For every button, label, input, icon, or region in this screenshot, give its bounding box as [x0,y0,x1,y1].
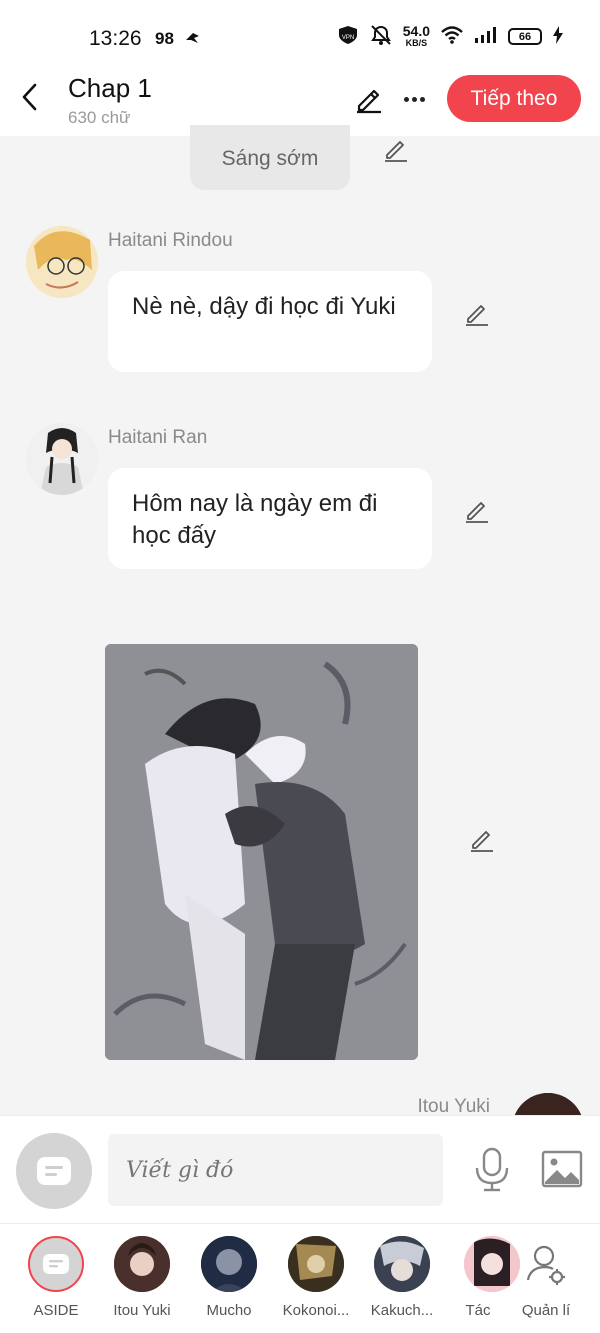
character-aside[interactable]: ASIDE [14,1236,98,1319]
character-label: Kokonoi... [282,1302,350,1319]
message-icon [43,1254,69,1274]
message-icon [37,1157,71,1185]
signal-icon [474,26,498,47]
rindou-avatar-illustration [26,226,98,298]
dot-icon [419,96,425,102]
svg-text:VPN: VPN [342,35,354,41]
speaker-name: Haitani Ran [108,427,208,448]
ran-avatar-illustration [26,423,98,495]
aside-toggle-button[interactable] [16,1133,92,1209]
avatar [114,1236,170,1292]
character-label: ASIDE [33,1302,79,1319]
user-settings-icon [526,1245,565,1285]
edit-message-icon[interactable] [463,299,491,327]
page-title: Chap 1 [68,73,152,103]
manage-icon-wrap [518,1236,574,1292]
status-time: 13:26 [89,27,142,50]
avatar [374,1236,430,1292]
avatar[interactable] [26,423,98,495]
dot-icon [403,96,409,102]
battery-icon: 66 [508,28,542,45]
word-count: 630 chữ [68,108,131,127]
character-mucho[interactable]: Mucho [187,1236,271,1319]
avatar[interactable] [26,226,98,298]
character-label: Quản lí [521,1302,571,1319]
charging-icon [552,26,564,47]
status-bar: 13:26 98 VPN 54.0 KB/S 66 [0,0,600,70]
kakucho-avatar-illustration [374,1236,430,1292]
vpn-icon: VPN [337,25,359,48]
edit-image-icon[interactable] [468,825,496,853]
aside-avatar [28,1236,84,1292]
wifi-icon [440,25,464,48]
character-itou-yuki[interactable]: Itou Yuki [100,1236,184,1319]
message-bubble[interactable]: Nè nè, dậy đi học đi Yuki [108,271,432,372]
mute-icon [369,24,393,49]
pencil-icon [357,89,381,114]
avatar [201,1236,257,1292]
back-button[interactable] [14,82,44,112]
more-options-button[interactable] [400,84,428,114]
chevron-left-icon [22,83,37,111]
sleeping-couple-illustration [105,644,418,1060]
bird-icon [184,30,202,51]
itou-avatar-illustration [114,1236,170,1292]
character-bar: ASIDE Itou Yuki Mucho Kokonoi... Kakuch.… [0,1223,600,1333]
message-input[interactable] [108,1134,443,1206]
insert-image-button[interactable] [541,1150,583,1188]
net-speed-value: 54.0 [402,22,430,39]
scene-label: Sáng sớm [190,125,350,190]
avatar [288,1236,344,1292]
next-chapter-button[interactable]: Tiếp theo [447,75,581,122]
edit-scene-icon[interactable] [382,135,410,163]
image-message[interactable] [105,644,418,1060]
character-kokonoi[interactable]: Kokonoi... [274,1236,358,1319]
character-label: Mucho [206,1302,252,1319]
kokonoi-avatar-illustration [288,1236,344,1292]
net-speed-unit: KB/S [405,37,428,48]
net-speed: 54.0 KB/S [402,22,430,49]
notification-count: 98 [155,29,174,48]
character-label: Itou Yuki [113,1302,171,1319]
edit-message-icon[interactable] [463,496,491,524]
image-icon [541,1150,583,1188]
manage-characters-button[interactable]: Quản lí [504,1236,588,1319]
microphone-icon [475,1147,509,1192]
character-kakucho[interactable]: Kakuch... [360,1236,444,1319]
message-bubble[interactable]: Hôm nay là ngày em đi học đấy [108,468,432,569]
voice-input-button[interactable] [472,1146,512,1192]
speaker-name: Haitani Rindou [108,230,233,251]
dot-icon [411,96,417,102]
composer [0,1115,600,1223]
mucho-avatar-illustration [201,1236,257,1292]
edit-chapter-button[interactable] [354,84,384,114]
status-right: VPN 54.0 KB/S 66 [337,24,564,49]
character-label: Kakuch... [370,1302,434,1319]
